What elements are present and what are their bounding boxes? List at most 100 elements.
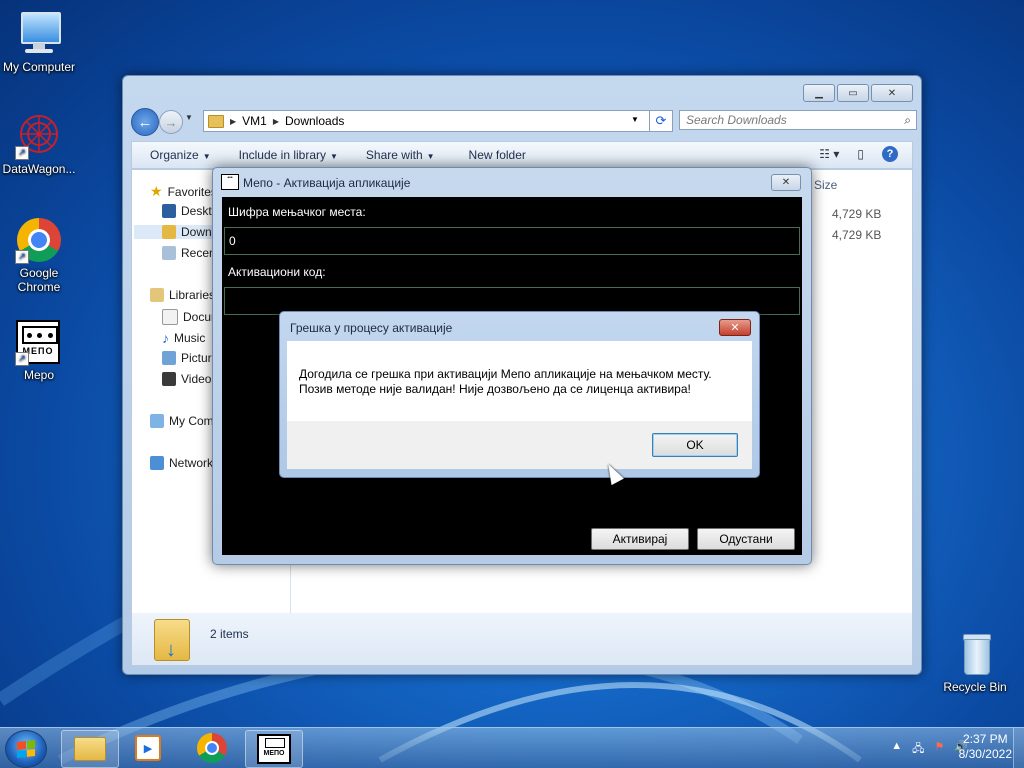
nav-libraries[interactable]: Libraries	[150, 288, 215, 302]
breadcrumb-downloads[interactable]: Downloads	[285, 114, 344, 128]
maximize-button[interactable]: ▭	[837, 84, 869, 102]
details-pane: ↓ 2 items	[131, 613, 913, 666]
dialog-body: Догодила се грешка при активацији Мепо а…	[287, 341, 752, 469]
organize-menu[interactable]: Organize ▼	[150, 148, 211, 162]
address-dropdown[interactable]: ▼	[631, 115, 639, 124]
forward-button[interactable]: →	[159, 110, 183, 134]
column-header-size[interactable]: Size	[814, 178, 837, 192]
recent-places-icon	[162, 246, 176, 260]
preview-pane-icon[interactable]: ▯	[857, 147, 864, 161]
back-button[interactable]: ←	[131, 108, 159, 136]
include-in-library-menu[interactable]: Include in library ▼	[239, 148, 338, 162]
close-button[interactable]: ✕	[719, 319, 751, 336]
dialog-title: Грешка у процесу активације	[290, 321, 453, 335]
nav-favorites[interactable]: ★ Favorites	[150, 183, 217, 200]
mepo-app-icon: МЕПО	[257, 734, 291, 764]
mepo-app-icon: •••	[221, 174, 239, 190]
close-button[interactable]: ✕	[871, 84, 913, 102]
window-title: Мепо - Активација апликације	[243, 176, 411, 190]
recycle-bin-icon	[951, 630, 999, 678]
desktop-icon-label: My Computer	[2, 60, 76, 74]
taskbar-chrome[interactable]	[184, 730, 240, 766]
help-icon[interactable]: ?	[882, 146, 898, 162]
search-input[interactable]: Search Downloads ⌕	[679, 110, 917, 130]
desktop-icon-label: Recycle Bin	[943, 680, 1007, 694]
chevron-down-icon: ▼	[330, 152, 338, 161]
desktop-icon-chrome[interactable]: ↗ Google Chrome	[0, 216, 79, 294]
desktop-icon-my-computer[interactable]: My Computer	[0, 10, 79, 74]
show-desktop-button[interactable]	[1013, 728, 1024, 768]
address-row: ← → ▼ ▶ VM1 ▶ Downloads ▼ ⟳ Search Downl…	[131, 108, 917, 136]
desktop-icon-label: Google Chrome	[17, 266, 61, 294]
close-button[interactable]: ✕	[771, 174, 801, 191]
show-hidden-icons[interactable]: ▲	[891, 740, 902, 759]
shortcut-arrow-icon: ↗	[15, 352, 29, 366]
new-folder-button[interactable]: New folder	[469, 148, 526, 162]
taskbar-mepo-label: МЕПО	[263, 750, 285, 757]
libraries-icon	[150, 288, 164, 302]
folder-icon	[208, 114, 224, 128]
view-options-icon[interactable]: ☷ ▾	[819, 147, 839, 161]
taskbar-media-player[interactable]: ▶	[120, 730, 176, 766]
computer-icon	[150, 414, 164, 428]
window-controls: ▁ ▭ ✕	[803, 84, 913, 102]
network-icon[interactable]: 🖧	[912, 740, 924, 759]
desktop-icon-recycle-bin[interactable]: Recycle Bin	[935, 630, 1015, 694]
refresh-button[interactable]: ⟳	[649, 110, 673, 132]
chrome-icon	[197, 733, 227, 763]
taskbar-explorer[interactable]	[61, 730, 119, 768]
error-message-line-2: Позив методе није валидан! Није дозвољен…	[299, 382, 691, 396]
start-button[interactable]	[5, 730, 47, 768]
shortcut-arrow-icon: ↗	[15, 146, 29, 160]
taskbar: ▶ МЕПО ▲ 🖧 ⚑ 🔊 2:37 PM 8/30/2022	[0, 727, 1024, 768]
downloads-folder-icon	[162, 225, 176, 239]
chrome-icon: ↗	[15, 216, 63, 264]
command-bar: Organize ▼ Include in library ▼ Share with…	[131, 141, 913, 169]
station-code-label: Шифра мењачког места:	[228, 205, 366, 219]
documents-icon	[162, 309, 178, 325]
cancel-button[interactable]: Одустани	[697, 528, 795, 550]
desktop-icon-label: DataWagon...	[2, 162, 76, 176]
ok-button[interactable]: OK	[652, 433, 738, 457]
recent-pages-dropdown[interactable]: ▼	[185, 113, 193, 122]
music-icon: ♪	[162, 330, 169, 346]
activate-button[interactable]: Активирај	[591, 528, 689, 550]
clock-date: 8/30/2022	[958, 747, 1012, 761]
share-with-menu[interactable]: Share with ▼	[366, 148, 435, 162]
shortcut-arrow-icon: ↗	[15, 250, 29, 264]
network-icon	[150, 456, 164, 470]
dialog-footer: OK	[287, 421, 752, 469]
item-count: 2 items	[210, 627, 249, 641]
error-dialog[interactable]: Грешка у процесу активације ✕ Догодила с…	[279, 311, 760, 478]
desktop-icon-mepo[interactable]: МЕПО ↗ Mepo	[0, 318, 79, 382]
videos-icon	[162, 372, 176, 386]
taskbar-mepo[interactable]: МЕПО	[245, 730, 303, 768]
station-code-input[interactable]: 0	[224, 227, 800, 255]
windows-logo-icon	[17, 740, 35, 758]
media-player-icon: ▶	[135, 735, 161, 761]
chevron-down-icon: ▼	[426, 152, 435, 161]
clock[interactable]: 2:37 PM 8/30/2022	[959, 732, 1012, 762]
search-placeholder: Search Downloads	[686, 113, 787, 127]
download-arrow-icon: ↓	[166, 639, 176, 661]
breadcrumb-vm1[interactable]: VM1	[242, 114, 267, 128]
datawagon-icon: ↗	[15, 112, 63, 160]
star-icon: ★	[150, 183, 163, 199]
error-message-line-1: Догодила се грешка при активацији Мепо а…	[299, 367, 712, 381]
nav-network[interactable]: Network	[150, 456, 213, 470]
error-message: Догодила се грешка при активацији Мепо а…	[299, 367, 712, 397]
chevron-right-icon: ▶	[272, 116, 279, 126]
minimize-button[interactable]: ▁	[803, 84, 835, 102]
folder-icon	[74, 737, 106, 761]
action-center-icon[interactable]: ⚑	[934, 740, 944, 759]
clock-time: 2:37 PM	[962, 732, 1008, 746]
address-bar[interactable]: ▶ VM1 ▶ Downloads	[203, 110, 651, 132]
nav-videos[interactable]: Videos	[162, 372, 217, 386]
activation-code-label: Активациони код:	[228, 265, 326, 279]
desktop-icon-datawagon[interactable]: ↗ DataWagon...	[0, 112, 79, 176]
pictures-icon	[162, 351, 176, 365]
system-tray: ▲ 🖧 ⚑ 🔊	[891, 740, 968, 759]
view-controls: ☷ ▾ ▯ ?	[819, 146, 898, 162]
nav-music[interactable]: ♪ Music	[162, 330, 205, 346]
file-size: 4,729 KB	[832, 207, 882, 221]
